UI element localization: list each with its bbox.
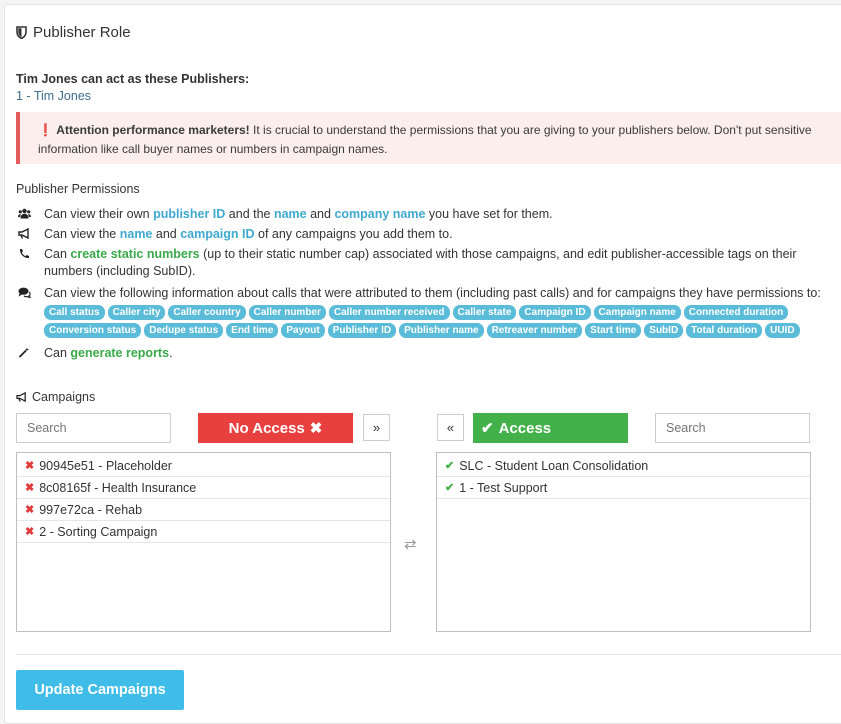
list-item-label: 1 - Test Support [459, 480, 548, 495]
list-item[interactable]: ✖ 2 - Sorting Campaign [17, 521, 390, 543]
field-tag: Campaign name [593, 305, 681, 320]
call-field-tags: Call status Caller city Caller country Call… [44, 305, 834, 338]
list-item[interactable]: ✖ 997e72ca - Rehab [17, 499, 390, 521]
permission-row-ids: Can view their own publisher ID and the … [18, 206, 838, 225]
attention-alert: ❗ Attention performance marketers! It is… [16, 112, 841, 164]
list-item[interactable]: ✖ 8c08165f - Health Insurance [17, 477, 390, 499]
users-icon [18, 206, 44, 225]
shield-icon [16, 26, 27, 39]
field-tag: Caller country [168, 305, 246, 320]
double-chevron-left-icon: « [446, 420, 455, 435]
no-access-label: No Access [228, 419, 305, 437]
field-tag: Payout [281, 323, 325, 338]
field-tag: Conversion status [44, 323, 142, 338]
field-tag: Retreaver number [486, 323, 583, 338]
access-button[interactable]: ✔ Access [473, 413, 628, 443]
alert-strong: Attention performance marketers! [56, 123, 250, 137]
permission-row-campaigns: Can view the name and campaign ID of any… [18, 226, 838, 245]
field-tag: End time [226, 323, 279, 338]
field-tag: UUID [765, 323, 800, 338]
page-title: Publisher Role [16, 24, 131, 41]
list-item[interactable]: ✔ SLC - Student Loan Consolidation [437, 455, 810, 477]
permission-text: Can view their own publisher ID and the … [44, 207, 553, 221]
magic-wand-icon [18, 345, 44, 364]
field-tag: Dedupe status [144, 323, 224, 338]
permission-row-reports: Can generate reports. [18, 345, 838, 364]
permissions-heading: Publisher Permissions [16, 182, 140, 196]
close-icon: ✖ [25, 482, 35, 494]
permission-text: Can view the name and campaign ID of any… [44, 227, 453, 241]
close-icon: ✖ [309, 420, 323, 437]
field-tag: Caller number received [328, 305, 450, 320]
field-tag: Total duration [686, 323, 763, 338]
comments-icon [18, 285, 44, 304]
field-tag: Caller number [248, 305, 326, 320]
list-item-label: 8c08165f - Health Insurance [39, 480, 197, 495]
close-icon: ✖ [25, 460, 35, 472]
acting-publishers-label: Tim Jones can act as these Publishers: [16, 72, 250, 86]
permission-text: Can generate reports. [44, 346, 173, 360]
field-tag: Publisher name [399, 323, 484, 338]
permission-text: Can create static numbers (up to their s… [44, 247, 797, 278]
acting-publishers-value: 1 - Tim Jones [16, 89, 92, 103]
check-icon: ✔ [481, 420, 494, 437]
list-item-label: SLC - Student Loan Consolidation [459, 458, 649, 473]
field-tag: Caller state [452, 305, 517, 320]
field-tag: Campaign ID [519, 305, 591, 320]
move-left-button[interactable]: « [437, 414, 464, 441]
list-item[interactable]: ✖ 90945e51 - Placeholder [17, 455, 390, 477]
field-tag: Start time [585, 323, 642, 338]
access-label: Access [498, 419, 552, 437]
bullhorn-icon [18, 226, 44, 245]
access-search-input[interactable] [655, 413, 810, 443]
bullhorn-icon [16, 392, 26, 402]
list-item-label: 90945e51 - Placeholder [39, 458, 172, 473]
info-icon: ❗ [38, 123, 53, 137]
swap-icon: ⇄ [404, 536, 417, 553]
no-access-list[interactable]: ✖ 90945e51 - Placeholder ✖ 8c08165f - Healt… [16, 452, 391, 632]
check-icon: ✔ [445, 482, 455, 494]
list-item-label: 997e72ca - Rehab [39, 502, 143, 517]
check-icon: ✔ [445, 460, 455, 472]
update-campaigns-button[interactable]: Update Campaigns [16, 670, 184, 710]
phone-icon [18, 246, 44, 265]
double-chevron-right-icon: » [372, 420, 381, 435]
no-access-button[interactable]: No Access ✖ [198, 413, 353, 443]
page-title-text: Publisher Role [33, 24, 131, 41]
access-list[interactable]: ✔ SLC - Student Loan Consolidation ✔ 1 - Te… [436, 452, 811, 632]
field-tag: Call status [44, 305, 105, 320]
list-item-label: 2 - Sorting Campaign [39, 524, 158, 539]
field-tag: SubID [644, 323, 684, 338]
permission-text: Can view the following information about… [44, 286, 821, 300]
close-icon: ✖ [25, 504, 35, 516]
campaigns-heading: Campaigns [16, 390, 95, 404]
permission-row-static-numbers: Can create static numbers (up to their s… [18, 246, 838, 280]
close-icon: ✖ [25, 526, 35, 538]
field-tag: Publisher ID [327, 323, 397, 338]
no-access-search-input[interactable] [16, 413, 171, 443]
list-item[interactable]: ✔ 1 - Test Support [437, 477, 810, 499]
field-tag: Caller city [107, 305, 166, 320]
move-right-button[interactable]: » [363, 414, 390, 441]
field-tag: Connected duration [683, 305, 789, 320]
divider [16, 654, 841, 655]
permission-row-calls: Can view the following information about… [18, 285, 838, 304]
campaigns-heading-text: Campaigns [32, 390, 96, 404]
